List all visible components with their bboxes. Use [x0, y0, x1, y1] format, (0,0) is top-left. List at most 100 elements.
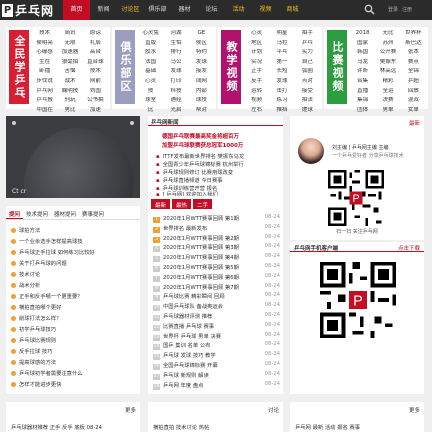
list-item[interactable]: 16 全国乒乓球锦标赛 开幕 08-24 [153, 361, 280, 370]
search-icon[interactable] [364, 4, 375, 15]
tab-secondhand[interactable]: 二手 [193, 199, 213, 209]
category-link[interactable]: 明星 [269, 30, 294, 37]
news-item[interactable]: 乒乓球规则修订 比赛用球改变 [156, 168, 234, 176]
category-link[interactable]: 马公 [163, 59, 188, 66]
category-link[interactable]: 发球 [163, 68, 188, 75]
nav-item-forum[interactable]: 讨论区 [117, 0, 144, 20]
category-link[interactable]: 斯巴达 [401, 40, 426, 47]
category-link[interactable]: 全运 [375, 88, 400, 95]
qa-item[interactable]: 战术分析 [11, 281, 40, 289]
category-link[interactable]: 光启 [163, 107, 188, 114]
list-item[interactable]: 12 比赛直播 乒乓球 赛事 08-24 [153, 322, 280, 331]
category-link[interactable]: 发球 [189, 59, 214, 66]
tab-competition[interactable]: 赛事提问 [79, 208, 107, 219]
category-link[interactable]: 直台球 [83, 59, 108, 66]
category-link[interactable]: 反手 [244, 78, 269, 85]
category-link[interactable]: 卧擂 [32, 68, 57, 75]
avatar[interactable] [298, 138, 324, 164]
category-link[interactable]: 练习 [269, 97, 294, 104]
category-link[interactable]: 精彩 [375, 78, 400, 85]
category-link[interactable]: 团体 [350, 107, 375, 114]
nav-item-bbs[interactable]: 论坛 [198, 0, 225, 20]
category-link[interactable]: 国家 [350, 40, 375, 47]
category-link[interactable]: 特约 [189, 49, 214, 56]
category-link[interactable]: 法国 [138, 59, 163, 66]
nav-item-events[interactable]: 活动 [225, 0, 252, 20]
category-link[interactable]: 许昕 [350, 68, 375, 75]
category-link[interactable]: 接发 [189, 68, 214, 75]
tab-equipment[interactable]: 器材提问 [51, 208, 79, 219]
bottom-item[interactable]: 横拍直拍 技术讨论 热帖 [153, 423, 209, 431]
category-link[interactable]: 合集 [350, 78, 375, 85]
category-link[interactable]: 混双 [401, 97, 426, 104]
list-item[interactable]: 17 乒乓球 新规则 解读 08-24 [153, 371, 280, 380]
category-link[interactable]: 加速 [83, 107, 108, 114]
category-link[interactable]: 加速器 [57, 49, 82, 56]
qa-item[interactable]: 一个业余选手怎样提高球技 [11, 237, 83, 245]
category-link[interactable]: 阔网 [189, 78, 214, 85]
category-title[interactable]: 全民学乒乓 [9, 30, 29, 104]
headline-link[interactable]: 德国乒乓联赛最高奖金将超百万 [162, 132, 239, 140]
category-link[interactable]: 简讯 [57, 30, 82, 37]
list-item[interactable]: 1 2020年1月WTT赛事回顾 第1期 08-24 [153, 214, 280, 223]
category-link[interactable]: 胶水 [138, 49, 163, 56]
category-link[interactable]: 高台 [83, 49, 108, 56]
category-link[interactable]: 集锦 [350, 97, 375, 104]
category-link[interactable]: 左右 [244, 107, 269, 114]
category-link[interactable]: 中国在 [32, 107, 57, 114]
category-title[interactable]: 俱乐部区 [115, 30, 135, 104]
tab-hot[interactable]: 最热 [172, 199, 192, 209]
list-item[interactable]: 7 2020年1月WTT赛事回顾 第6期 08-24 [153, 273, 280, 282]
category-link[interactable]: 全锦 [401, 68, 426, 75]
category-title[interactable]: 比赛视频 [327, 30, 347, 104]
category-link[interactable]: 接受 [295, 88, 320, 95]
category-link[interactable]: 直版 [138, 40, 163, 47]
category-link[interactable]: GE [189, 30, 214, 37]
nav-item-shop[interactable]: 商城 [279, 0, 306, 20]
category-link[interactable]: 心灵兔 [138, 30, 163, 37]
category-link[interactable]: 乒乓报 [32, 97, 57, 104]
category-link[interactable]: 战术 [57, 78, 82, 85]
nav-item-home[interactable]: 首页 [63, 0, 90, 20]
qa-item[interactable]: 球拍方法 [11, 226, 40, 234]
list-item[interactable]: 11 乒乓球器材评测 推荐 08-24 [153, 312, 280, 321]
category-link[interactable]: 打印 [163, 78, 188, 85]
category-link[interactable]: 球技 [189, 97, 214, 104]
category-link[interactable]: 男比 [57, 107, 82, 114]
category-link[interactable]: 第一 [269, 59, 294, 66]
category-link[interactable]: 技术 [32, 30, 57, 37]
category-link[interactable]: 生怕 [163, 40, 188, 47]
qa-item[interactable]: 反手拉球 技巧 [11, 347, 52, 355]
category-link[interactable]: 樊振东 [375, 59, 400, 66]
nav-item-gear[interactable]: 器材 [171, 0, 198, 20]
site-logo[interactable]: P 乒乓网 [2, 3, 54, 18]
category-link[interactable]: 韩国 [350, 49, 375, 56]
category-link[interactable]: 乒超 [401, 78, 426, 85]
category-link[interactable]: 马龙 [350, 59, 375, 66]
list-item[interactable]: 5 2020年1月WTT赛事回顾 第4期 08-24 [153, 253, 280, 263]
category-link[interactable]: 心灵 [244, 30, 269, 37]
bottom-item[interactable]: 乒乓球器材推荐 正手 反手 底板 08-24 [11, 423, 102, 431]
category-link[interactable]: 礼辰 [83, 40, 108, 47]
category-link[interactable]: 排行 [163, 49, 188, 56]
qa-item[interactable]: 提高球感的方法 [11, 358, 56, 366]
category-link[interactable]: 发球 [269, 78, 294, 85]
category-link[interactable]: 基础 [138, 68, 163, 75]
qa-item[interactable]: 横拍直拍哪个更好 [11, 303, 61, 311]
category-link[interactable]: 内部 [189, 88, 214, 95]
category-link[interactable]: 视频 [244, 97, 269, 104]
tab-technique[interactable]: 技术提问 [23, 208, 51, 219]
more-link[interactable]: 更多 [409, 406, 420, 414]
register-link[interactable]: 注册 [402, 0, 412, 20]
category-link[interactable]: 张本 [401, 49, 426, 56]
app-download-link[interactable]: 点击下载 [398, 244, 420, 252]
category-link[interactable]: 长短 [269, 68, 294, 75]
category-link[interactable]: 河湖 [163, 30, 188, 37]
slider-dot[interactable] [12, 121, 16, 125]
bottom-item[interactable]: 乒乓网 最新 活动 报名 赛事 [295, 423, 360, 431]
category-link[interactable]: 马拉 [269, 40, 294, 47]
category-link[interactable]: 实力 [295, 49, 320, 56]
category-link[interactable]: 正手 [244, 68, 269, 75]
list-item[interactable]: 2 世界排名 最新发布 08-24 [153, 224, 280, 233]
qa-item[interactable]: 乒乓球初学者需要注意什么 [11, 369, 83, 377]
